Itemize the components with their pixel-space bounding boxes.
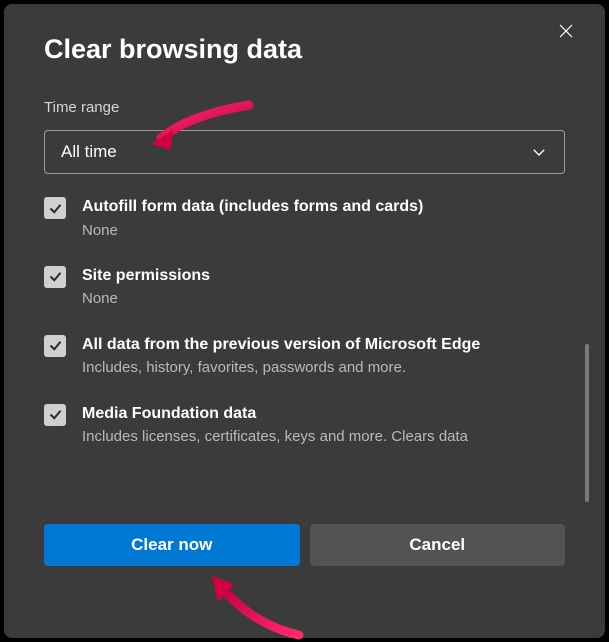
time-range-value: All time	[61, 142, 117, 162]
clear-browsing-data-dialog: Clear browsing data Time range All time …	[4, 4, 605, 638]
close-button[interactable]	[557, 22, 581, 46]
checkbox-site-permissions[interactable]	[44, 266, 66, 288]
dialog-buttons: Clear now Cancel	[4, 524, 605, 566]
list-item: All data from the previous version of Mi…	[44, 334, 569, 379]
check-icon	[48, 338, 63, 353]
item-title: All data from the previous version of Mi…	[82, 334, 569, 356]
time-range-label: Time range	[4, 99, 605, 116]
options-list: Autofill form data (includes forms and c…	[44, 196, 593, 512]
dialog-title: Clear browsing data	[4, 34, 605, 65]
cancel-button[interactable]: Cancel	[310, 524, 566, 566]
item-title: Site permissions	[82, 265, 569, 287]
check-icon	[48, 269, 63, 284]
time-range-select[interactable]: All time	[44, 130, 565, 174]
checkbox-media-foundation[interactable]	[44, 404, 66, 426]
item-subtitle: None	[82, 289, 569, 309]
list-item: Autofill form data (includes forms and c…	[44, 196, 569, 241]
item-subtitle: None	[82, 221, 569, 241]
item-title: Media Foundation data	[82, 403, 569, 425]
check-icon	[48, 407, 63, 422]
item-subtitle: Includes, history, favorites, passwords …	[82, 358, 569, 378]
checkbox-previous-edge-data[interactable]	[44, 335, 66, 357]
scrollbar[interactable]	[585, 344, 589, 502]
close-icon	[557, 22, 575, 40]
list-item: Site permissions None	[44, 265, 569, 310]
annotation-arrow-icon	[204, 570, 314, 640]
check-icon	[48, 201, 63, 216]
item-title: Autofill form data (includes forms and c…	[82, 196, 569, 218]
item-subtitle: Includes licenses, certificates, keys an…	[82, 427, 569, 447]
checkbox-autofill[interactable]	[44, 197, 66, 219]
chevron-down-icon	[530, 143, 548, 161]
clear-now-button[interactable]: Clear now	[44, 524, 300, 566]
list-item: Media Foundation data Includes licenses,…	[44, 403, 569, 448]
